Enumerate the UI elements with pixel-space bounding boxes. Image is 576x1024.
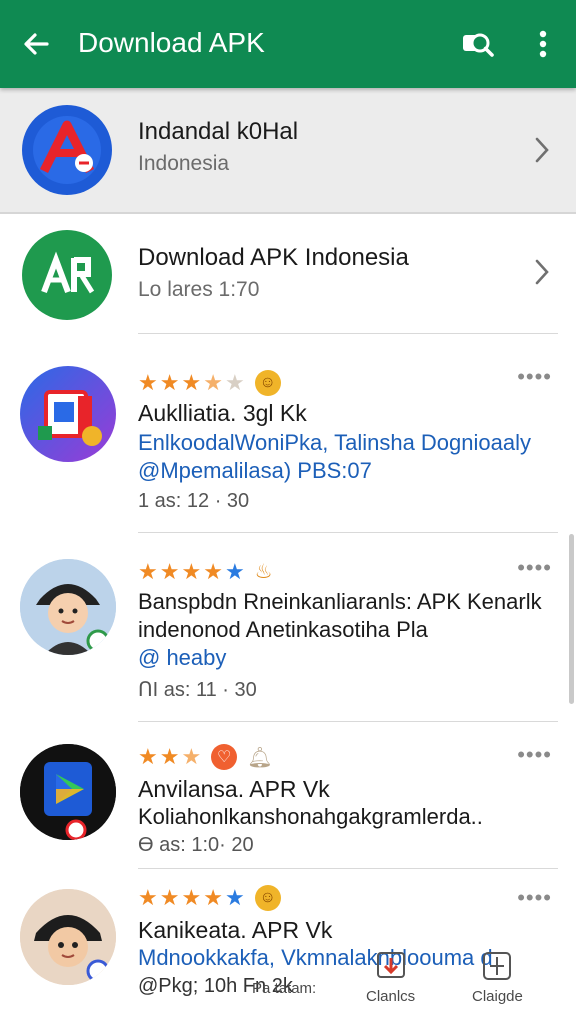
nav-label: Pa tatam: — [252, 980, 317, 997]
page-title: Download APK — [78, 27, 265, 58]
overflow-menu-icon[interactable]: •••• — [517, 742, 552, 768]
post-title: Auklliatia. 3gl Kk — [138, 400, 307, 426]
overflow-menu-icon[interactable]: •••• — [517, 364, 552, 390]
avatar — [20, 366, 116, 462]
rating-stars: ★ ★ ★ ♡ 🔔︎ — [138, 744, 273, 770]
featured-subtitle: Indonesia — [138, 152, 230, 175]
avatar — [20, 559, 116, 655]
post-tag: @Mpemalilasa) PBS:07 — [138, 458, 372, 483]
overflow-menu-icon[interactable]: •••• — [517, 555, 552, 581]
rating-stars: ★ ★ ★ ★ ★ ☺ — [138, 370, 281, 396]
heart-badge-icon: ♡ — [211, 744, 238, 770]
featured-app-row[interactable]: Download APK Indonesia Lo lares 1:70 — [0, 214, 576, 334]
overflow-menu-icon[interactable]: •••• — [517, 885, 552, 911]
post-description: indenonod Anetinkasotiha Pla — [138, 617, 428, 642]
featured-app-row[interactable]: Indandal k0Hal Indonesia — [0, 88, 576, 214]
list-item[interactable]: ★ ★ ★ ★ ★ ☺ •••• Auklliatia. 3gl Kk Enlkooda… — [0, 334, 576, 532]
emoji-badge-icon: ☺ — [254, 885, 281, 911]
list-item[interactable]: ★ ★ ★ ★ ★ ♨ •••• Banspbdn Rneinkanliaranls: … — [0, 533, 576, 721]
split-doc-icon — [483, 952, 512, 980]
post-meta: Ɵ as: 1:0· 20 — [138, 834, 254, 856]
nav-label: Claigde — [472, 988, 523, 1005]
avatar — [20, 744, 116, 840]
post-meta: 1 as: 12 · 30 — [138, 490, 250, 512]
chevron-right-icon[interactable] — [532, 257, 552, 287]
flame-icon: ♨ — [254, 561, 273, 583]
post-title: Anvilansa. APR Vk — [138, 776, 330, 802]
nav-item-profile[interactable]: Pa tatam: — [252, 976, 316, 997]
app-bar: Download APK — [0, 0, 576, 88]
nav-item-split[interactable]: Claigde — [472, 950, 523, 1005]
rating-stars: ★ ★ ★ ★ ★ ☺ — [138, 885, 281, 911]
featured-title: Indandal k0Hal — [138, 118, 299, 145]
post-title: Banspbdn Rneinkanliaranls: APK Kenarlk — [138, 589, 542, 614]
bell-icon: 🔔︎ — [247, 746, 273, 769]
featured-title: Download APK Indonesia — [138, 244, 409, 271]
post-description: Koliahonlkanshonahgakgramlerda.. — [138, 804, 483, 829]
bottom-nav: Pa tatam: Clanlcs Claigde — [0, 940, 576, 1024]
download-pin-icon — [376, 952, 405, 978]
app-icon-red-a — [22, 105, 112, 195]
arrow-back-icon[interactable] — [18, 26, 54, 62]
post-meta: ՈI as: 11 · 30 — [138, 679, 257, 701]
app-icon-apk — [22, 230, 112, 320]
list-item[interactable]: ★ ★ ★ ♡ 🔔︎ •••• Anvilansa. APR Vk Koliahon… — [0, 722, 576, 868]
rating-stars: ★ ★ ★ ★ ★ ♨ — [138, 558, 273, 584]
more-vert-icon[interactable] — [528, 24, 558, 64]
chevron-right-icon[interactable] — [532, 135, 552, 165]
emoji-badge-icon: ☺ — [254, 370, 281, 396]
featured-subtitle: Lo lares 1:70 — [138, 278, 260, 301]
post-tag: @ heaby — [138, 645, 227, 670]
post-description: EnlkoodalWoniPka, Talinsha Dognioaaly — [138, 430, 531, 455]
scrollbar[interactable] — [569, 534, 574, 704]
nav-label: Clanlcs — [366, 988, 416, 1005]
search-icon[interactable] — [458, 24, 498, 64]
nav-item-downloads[interactable]: Clanlcs — [366, 950, 415, 1005]
